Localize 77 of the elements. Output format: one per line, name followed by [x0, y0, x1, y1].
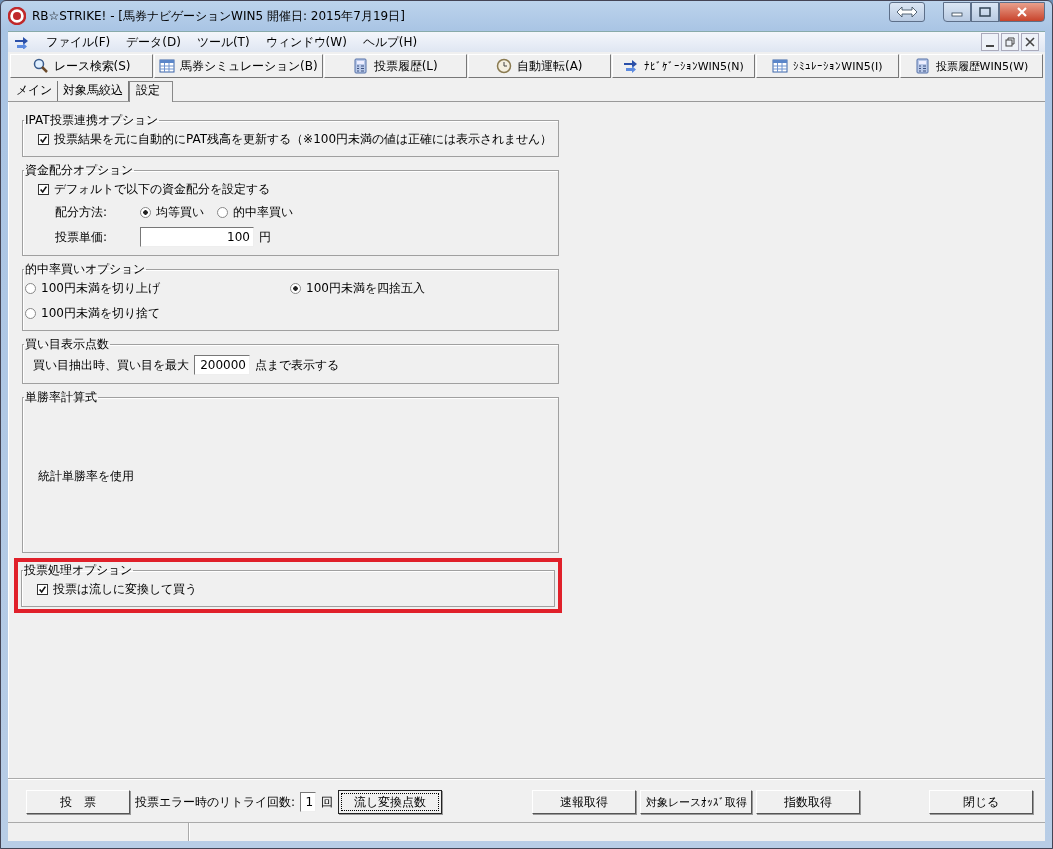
close-icon: [1016, 7, 1028, 17]
field-label: 点まで表示する: [255, 356, 339, 374]
toolbar-button[interactable]: レース検索(S): [10, 54, 154, 78]
count-field[interactable]: 200000: [194, 355, 250, 375]
maximize-icon: [979, 7, 991, 17]
field-label: 買い目抽出時、買い目を最大: [33, 356, 189, 374]
group-title: IPAT投票連携オプション: [24, 112, 159, 129]
clock-icon: [495, 58, 512, 74]
action-button[interactable]: 閉じる: [929, 790, 1033, 814]
checkbox[interactable]: [38, 184, 49, 195]
radio-label: 均等買い: [156, 204, 204, 221]
retry-count-field[interactable]: 1: [300, 792, 317, 812]
minimize-icon: [951, 12, 963, 17]
menu-item[interactable]: データ(D): [126, 33, 181, 51]
group-title: 単勝率計算式: [24, 389, 98, 406]
group-title: 投票処理オプション: [23, 562, 133, 579]
maximize-button[interactable]: [971, 2, 999, 22]
menu-item[interactable]: ファイル(F): [46, 33, 111, 51]
radio-button[interactable]: [25, 308, 36, 319]
retry-label: 投票エラー時のリトライ回数:: [135, 793, 296, 811]
radio-button[interactable]: [140, 207, 151, 218]
radio-button[interactable]: [290, 283, 301, 294]
toolbar-button[interactable]: ｼﾐｭﾚｰｼｮﾝWIN5(I): [755, 54, 899, 78]
checkbox-label: デフォルトで以下の資金配分を設定する: [54, 181, 270, 198]
radio-label: 的中率買い: [233, 204, 293, 221]
search-icon: [32, 58, 49, 74]
checkbox[interactable]: [38, 134, 49, 145]
field-label: 配分方法:: [55, 204, 109, 221]
child-close-button[interactable]: [1021, 33, 1039, 51]
app-icon: [8, 7, 26, 25]
radio-label: 100円未満を切り上げ: [41, 280, 160, 297]
group-title: 的中率買いオプション: [24, 261, 146, 278]
close-icon: [1025, 37, 1035, 47]
action-button[interactable]: 投 票: [26, 790, 130, 814]
radio-label: 100円未満を切り捨て: [41, 305, 160, 322]
toolbar-button[interactable]: 自動運転(A): [467, 54, 611, 78]
retry-label: 回: [321, 793, 334, 811]
minimize-icon: [986, 45, 994, 47]
menu-item[interactable]: ヘルプ(H): [362, 33, 418, 51]
calculator-icon: [914, 58, 931, 74]
window-title: RB☆STRIKE! - [馬券ナビゲーションWIN5 開催日: 2015年7月19日]: [32, 7, 405, 25]
arrows-icon: [14, 35, 30, 49]
field-label: 投票単価:: [55, 228, 109, 246]
minimize-button[interactable]: [943, 2, 971, 22]
tab[interactable]: メイン: [11, 81, 58, 101]
radio-button[interactable]: [25, 283, 36, 294]
checkbox-label: 投票結果を元に自動的にPAT残高を更新する（※100円未満の値は正確には表示されません）: [54, 131, 553, 148]
formula-text: 統計単勝率を使用: [38, 467, 134, 485]
action-button[interactable]: 流し変換点数: [338, 790, 443, 814]
radio-button[interactable]: [217, 207, 228, 218]
group-title: 買い目表示点数: [24, 336, 110, 353]
table-icon: [159, 58, 176, 74]
child-minimize-button[interactable]: [981, 33, 999, 51]
checkbox[interactable]: [37, 584, 48, 595]
resize-arrows-icon: [896, 5, 918, 19]
checkbox-label: 投票は流しに変換して買う: [53, 581, 197, 598]
group-title: 資金配分オプション: [24, 162, 134, 179]
toolbar-button[interactable]: 馬券シミュレーション(B): [154, 54, 323, 78]
table-icon: [772, 58, 789, 74]
action-button[interactable]: 速報取得: [532, 790, 637, 814]
calculator-icon: [352, 58, 369, 74]
action-button[interactable]: 指数取得: [756, 790, 861, 814]
price-field[interactable]: 100: [140, 227, 254, 247]
close-button[interactable]: [999, 2, 1045, 22]
unit-label: 円: [259, 228, 271, 246]
arrows-icon: [622, 58, 639, 74]
action-button[interactable]: 対象レースｵｯｽﾞ取得: [640, 790, 753, 814]
toolbar-button[interactable]: 投票履歴WIN5(W): [899, 54, 1043, 78]
toolbar-button[interactable]: 投票履歴(L): [323, 54, 467, 78]
menu-item[interactable]: ツール(T): [196, 33, 250, 51]
menu-item[interactable]: ウィンドウ(W): [265, 33, 347, 51]
radio-label: 100円未満を四捨五入: [306, 280, 425, 297]
toolbar-button[interactable]: ﾅﾋﾞｹﾞｰｼｮﾝWIN5(N): [611, 54, 755, 78]
restore-icon: [1005, 37, 1015, 47]
tab[interactable]: 設定: [129, 81, 173, 102]
child-restore-button[interactable]: [1001, 33, 1019, 51]
resize-button[interactable]: [889, 2, 925, 22]
